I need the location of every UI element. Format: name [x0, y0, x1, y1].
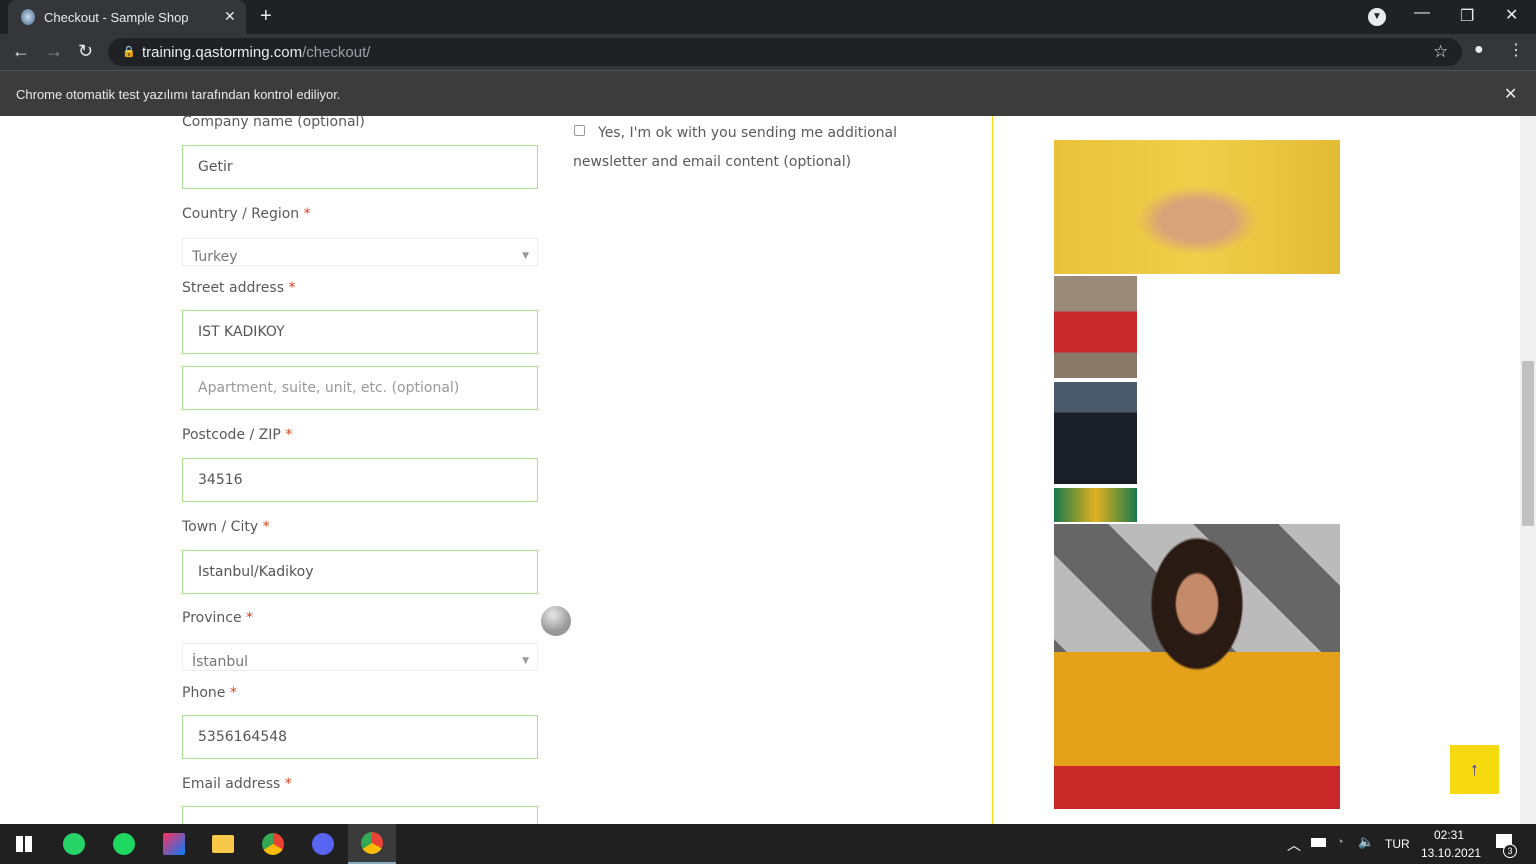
city-label: Town / City *	[182, 519, 270, 535]
wifi-icon[interactable]: ◔	[1336, 834, 1344, 849]
street-input[interactable]: IST KADIKOY	[182, 310, 538, 354]
menu-icon[interactable]: ⋮	[1508, 40, 1524, 60]
language-indicator[interactable]: TUR	[1385, 837, 1410, 851]
required-mark: *	[246, 610, 254, 626]
product-image-black-sweater	[1054, 382, 1137, 484]
newsletter-label[interactable]: Yes, I'm ok with you sending me addition…	[573, 119, 918, 177]
required-mark: *	[284, 776, 292, 792]
intellij-icon	[163, 833, 185, 855]
product-image-yellow-scarf	[1054, 524, 1340, 809]
product-image-red-dress	[1054, 276, 1137, 378]
new-tab-icon[interactable]: +	[260, 5, 272, 28]
country-select[interactable]: Turkey ▼	[182, 238, 538, 266]
infobar-text: Chrome otomatik test yazılımı tarafından…	[16, 87, 341, 102]
product-image-sunglasses	[1054, 140, 1340, 274]
minimize-icon[interactable]: —	[1414, 4, 1430, 22]
url-host: training.qastorming.com	[142, 44, 303, 61]
postcode-label: Postcode / ZIP *	[182, 427, 292, 443]
lock-icon: 🔒	[122, 46, 136, 58]
postcode-input[interactable]: 34516	[182, 458, 538, 502]
windows-icon	[16, 836, 32, 852]
country-label: Country / Region *	[182, 206, 311, 222]
city-input[interactable]: Istanbul/Kadikoy	[182, 550, 538, 594]
taskbar-explorer[interactable]	[199, 824, 247, 864]
clock-date[interactable]: 13.10.2021	[1421, 846, 1481, 860]
province-select[interactable]: İstanbul ▼	[182, 643, 538, 671]
email-label-text: Email address	[182, 776, 281, 792]
tab-title: Checkout - Sample Shop	[44, 10, 189, 25]
close-tab-icon[interactable]: ✕	[224, 8, 236, 25]
sidebar-divider	[992, 116, 993, 824]
reload-icon[interactable]: ↻	[78, 41, 93, 62]
folder-icon	[212, 835, 234, 853]
taskbar-discord[interactable]	[299, 824, 347, 864]
loading-spinner	[541, 606, 571, 636]
company-input[interactable]: Getir	[182, 145, 538, 189]
clock-time[interactable]: 02:31	[1434, 828, 1464, 842]
province-value: İstanbul	[192, 654, 249, 670]
country-label-text: Country / Region	[182, 206, 300, 222]
notification-count: 3	[1503, 844, 1517, 858]
close-window-icon[interactable]: ✕	[1505, 5, 1518, 25]
taskbar-spotify[interactable]	[100, 824, 148, 864]
apartment-input[interactable]: Apartment, suite, unit, etc. (optional)	[182, 366, 538, 410]
postcode-label-text: Postcode / ZIP	[182, 427, 281, 443]
phone-input[interactable]: 5356164548	[182, 715, 538, 759]
dropdown-arrow-icon: ▼	[522, 656, 529, 666]
chrome-icon	[361, 832, 383, 854]
start-button[interactable]	[0, 824, 48, 864]
tray-chevron-icon[interactable]: ︿	[1287, 835, 1301, 855]
restore-icon[interactable]: ❐	[1460, 6, 1474, 26]
battery-icon[interactable]	[1311, 838, 1326, 847]
email-input[interactable]	[182, 806, 538, 826]
forward-icon[interactable]: →	[45, 41, 63, 62]
scrollbar-thumb[interactable]	[1522, 361, 1534, 526]
country-value: Turkey	[192, 249, 238, 265]
province-label-text: Province	[182, 610, 242, 626]
taskbar-chrome[interactable]	[249, 824, 297, 864]
taskbar-whatsapp[interactable]	[50, 824, 98, 864]
email-label: Email address *	[182, 776, 292, 792]
product-image-green	[1054, 488, 1137, 522]
tab-checkout[interactable]: Checkout - Sample Shop ✕	[8, 0, 246, 34]
volume-icon[interactable]: 🔈	[1358, 834, 1374, 850]
close-infobar-icon[interactable]: ✕	[1504, 84, 1517, 104]
tab-strip: Checkout - Sample Shop ✕ + ▼ — ❐ ✕	[0, 0, 1536, 34]
automation-infobar: Chrome otomatik test yazılımı tarafından…	[0, 70, 1536, 116]
street-label-text: Street address	[182, 280, 284, 296]
city-label-text: Town / City	[182, 519, 259, 535]
taskbar: ︿ ◔ 🔈 TUR 02:31 13.10.2021 3	[0, 824, 1536, 864]
address-bar[interactable]: 🔒 training.qastorming.com/checkout/ ☆	[108, 38, 1462, 66]
company-label: Company name (optional)	[182, 114, 365, 130]
favicon-icon	[21, 9, 35, 25]
discord-icon	[312, 833, 334, 855]
bookmark-star-icon[interactable]: ☆	[1433, 42, 1448, 62]
required-mark: *	[229, 685, 237, 701]
phone-label: Phone *	[182, 685, 237, 701]
phone-label-text: Phone	[182, 685, 226, 701]
tab-search-icon[interactable]: ▼	[1368, 8, 1386, 26]
street-label: Street address *	[182, 280, 295, 296]
url: training.qastorming.com/checkout/	[142, 44, 370, 61]
url-path: /checkout/	[302, 44, 371, 61]
required-mark: *	[288, 280, 296, 296]
page-scrollbar[interactable]	[1520, 116, 1536, 824]
required-mark: *	[303, 206, 311, 222]
taskbar-intellij[interactable]	[150, 824, 198, 864]
required-mark: *	[262, 519, 270, 535]
whatsapp-icon	[63, 833, 85, 855]
spotify-icon	[113, 833, 135, 855]
scroll-to-top-button[interactable]: ↑	[1450, 745, 1499, 794]
profile-icon[interactable]: ●	[1474, 41, 1484, 59]
chrome-icon	[262, 833, 284, 855]
province-label: Province *	[182, 610, 253, 626]
back-icon[interactable]: ←	[12, 41, 30, 62]
taskbar-chrome-active[interactable]	[348, 824, 396, 864]
required-mark: *	[285, 427, 293, 443]
dropdown-arrow-icon: ▼	[522, 251, 529, 261]
